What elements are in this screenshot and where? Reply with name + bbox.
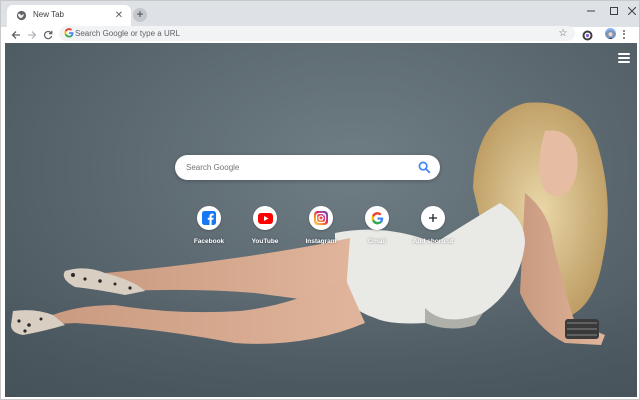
close-tab-icon[interactable]: ✕ <box>113 9 125 21</box>
shortcut-youtube[interactable]: YouTube <box>240 206 290 252</box>
shortcut-label: Add shortcut <box>412 238 454 245</box>
bookmark-star-icon[interactable]: ☆ <box>557 27 569 39</box>
back-button[interactable] <box>9 28 23 42</box>
forward-button[interactable] <box>25 28 39 42</box>
shortcut-icon-circle <box>309 206 333 230</box>
shortcut-icon-circle <box>365 206 389 230</box>
shortcut-icon-circle <box>421 206 445 230</box>
dot-icon <box>623 29 625 32</box>
minimize-icon <box>587 10 595 12</box>
omnibox[interactable]: ☆ <box>59 26 575 41</box>
close-window-button[interactable] <box>622 4 639 18</box>
close-icon <box>628 7 636 15</box>
tab-new-tab[interactable]: New Tab ✕ <box>7 5 131 27</box>
maximize-icon <box>610 7 618 15</box>
customize-menu-button[interactable] <box>618 53 630 63</box>
new-tab-button[interactable]: + <box>133 8 147 22</box>
menu-line-icon <box>618 57 630 59</box>
google-search-box[interactable] <box>175 155 440 180</box>
reload-button[interactable] <box>41 28 55 42</box>
shortcut-add[interactable]: Add shortcut <box>408 206 458 252</box>
arrow-right-icon <box>28 31 37 39</box>
youtube-icon <box>257 212 273 224</box>
extension-icon[interactable] <box>582 28 593 41</box>
menu-line-icon <box>618 53 630 55</box>
browser-window: New Tab ✕ + ☆ <box>0 0 640 400</box>
instagram-icon <box>314 211 328 225</box>
dot-icon <box>623 36 625 39</box>
google-icon <box>64 28 74 38</box>
shortcut-facebook[interactable]: Facebook <box>184 206 234 252</box>
search-input[interactable] <box>186 155 411 180</box>
globe-icon <box>16 10 27 21</box>
profile-avatar[interactable] <box>605 28 616 39</box>
search-icon[interactable] <box>418 161 431 174</box>
shortcut-icon-circle <box>197 206 221 230</box>
shortcut-icon-circle <box>253 206 277 230</box>
address-input[interactable] <box>75 26 545 41</box>
new-tab-page: Facebook YouTube <box>5 43 637 397</box>
extension-circle-icon <box>582 30 593 41</box>
tab-title: New Tab <box>33 10 64 19</box>
minimize-button[interactable] <box>581 4 601 18</box>
menu-line-icon <box>618 61 630 63</box>
shortcut-instagram[interactable]: Instagram <box>296 206 346 252</box>
shortcut-gmail[interactable]: Gmail <box>352 206 402 252</box>
maximize-button[interactable] <box>604 4 624 18</box>
facebook-icon <box>202 211 216 225</box>
arrow-left-icon <box>11 31 20 39</box>
reload-icon <box>43 30 53 40</box>
plus-icon <box>429 214 437 222</box>
dot-icon <box>623 33 625 35</box>
google-icon <box>371 211 383 224</box>
browser-menu-button[interactable] <box>619 27 629 41</box>
tab-strip: New Tab ✕ + <box>1 1 639 27</box>
